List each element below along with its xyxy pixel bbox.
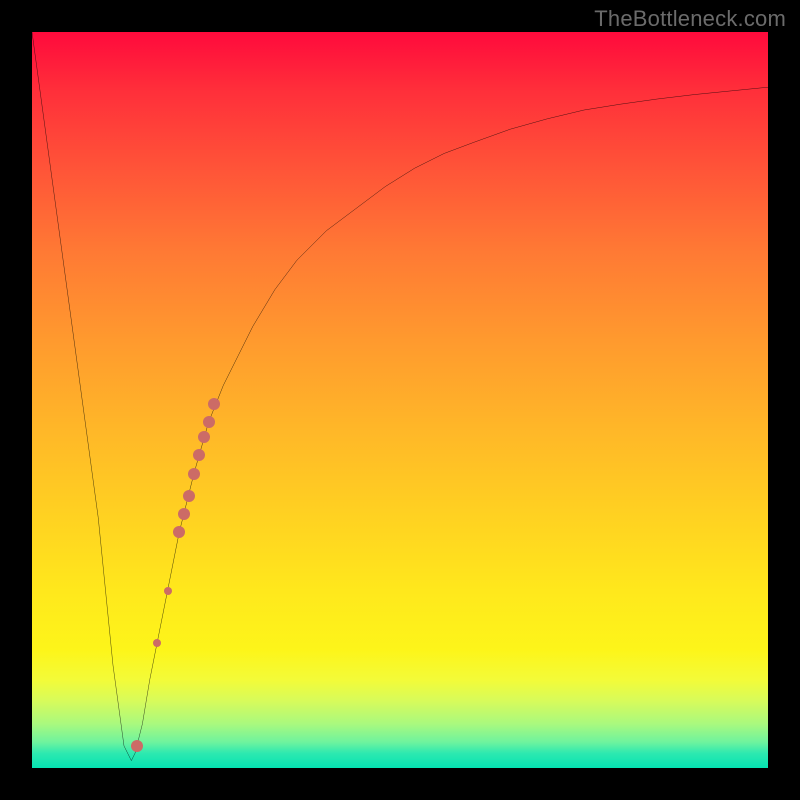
marker-dot — [173, 526, 185, 538]
marker-dot — [164, 587, 172, 595]
marker-dot — [193, 449, 205, 461]
marker-dot — [131, 740, 143, 752]
marker-dot — [203, 416, 215, 428]
watermark-text: TheBottleneck.com — [594, 6, 786, 32]
plot-area — [32, 32, 768, 768]
marker-dot — [178, 508, 190, 520]
marker-dot — [153, 639, 161, 647]
marker-dots-layer — [32, 32, 768, 768]
marker-dot — [183, 490, 195, 502]
marker-dot — [188, 468, 200, 480]
chart-frame: TheBottleneck.com — [0, 0, 800, 800]
marker-dot — [208, 398, 220, 410]
marker-dot — [198, 431, 210, 443]
